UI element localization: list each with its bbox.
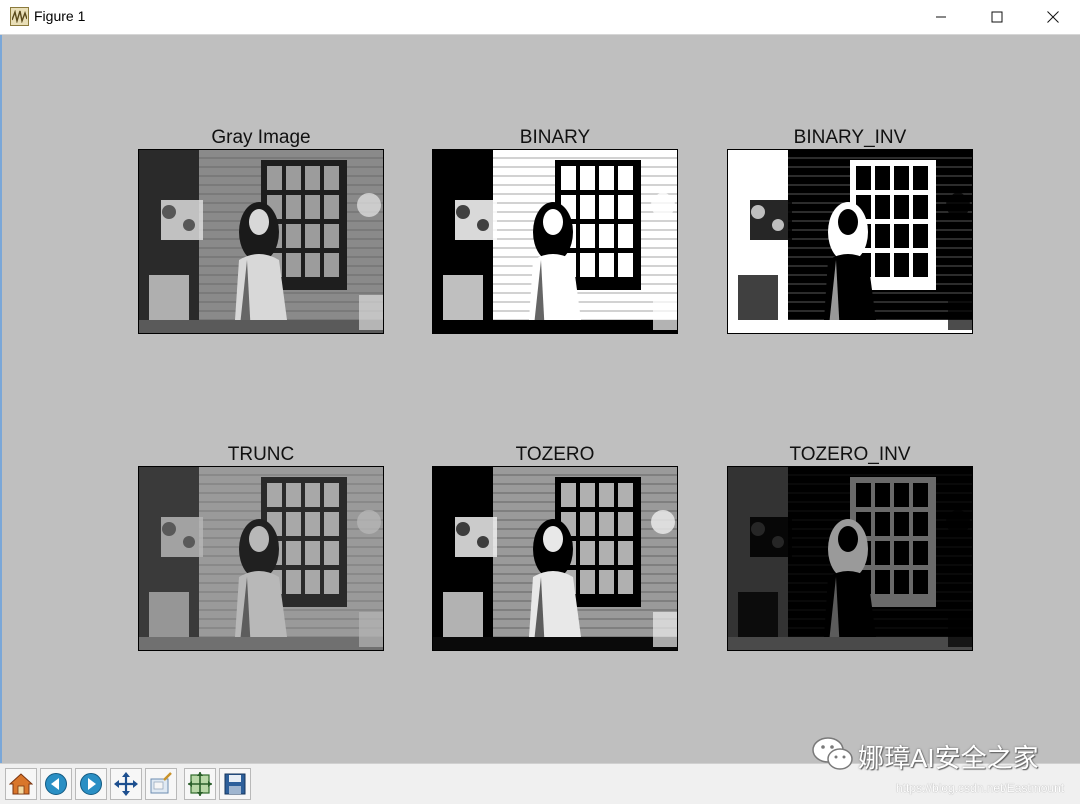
minimize-icon bbox=[936, 16, 946, 18]
subplot-title: TOZERO bbox=[515, 444, 595, 465]
subplot-image bbox=[432, 149, 678, 334]
minimize-button[interactable] bbox=[918, 0, 964, 34]
watermark-brand: 娜璋AI安全之家 bbox=[858, 743, 1039, 773]
close-icon bbox=[1047, 11, 1059, 23]
subplot-title: BINARY bbox=[519, 127, 591, 148]
zoom-button[interactable] bbox=[145, 768, 177, 800]
maximize-icon bbox=[991, 11, 1003, 23]
back-button[interactable] bbox=[40, 768, 72, 800]
wechat-logo-icon bbox=[811, 735, 855, 778]
save-icon bbox=[224, 773, 246, 795]
figure-canvas[interactable]: Gray Image BINARY BINARY_INV TRUNC TOZERO TOZ… bbox=[2, 35, 1080, 763]
maximize-button[interactable] bbox=[974, 0, 1020, 34]
subplot-title: TOZERO_INV bbox=[789, 444, 911, 465]
forward-button[interactable] bbox=[75, 768, 107, 800]
matplotlib-figure-icon bbox=[10, 7, 29, 26]
subplot-image bbox=[138, 466, 384, 651]
subplot-image bbox=[727, 466, 973, 651]
configure-subplots-icon bbox=[188, 772, 212, 796]
home-button[interactable] bbox=[5, 768, 37, 800]
watermark-url: https://blog.csdn.net/Eastmount bbox=[896, 781, 1065, 795]
home-icon bbox=[9, 773, 33, 795]
forward-arrow-icon bbox=[80, 773, 102, 795]
zoom-rect-icon bbox=[150, 772, 172, 794]
subplot-image bbox=[138, 149, 384, 334]
window-title: Figure 1 bbox=[34, 8, 86, 24]
subplot-title: BINARY_INV bbox=[793, 127, 907, 148]
back-arrow-icon bbox=[45, 773, 67, 795]
subplot-image bbox=[727, 149, 973, 334]
close-button[interactable] bbox=[1030, 0, 1076, 34]
subplot-title: TRUNC bbox=[227, 444, 295, 465]
pan-button[interactable] bbox=[110, 768, 142, 800]
title-bar: Figure 1 bbox=[0, 0, 1080, 35]
subplot-image bbox=[432, 466, 678, 651]
save-button[interactable] bbox=[219, 768, 251, 800]
move-cross-icon bbox=[114, 772, 138, 796]
configure-subplots-button[interactable] bbox=[184, 768, 216, 800]
subplot-title: Gray Image bbox=[211, 127, 311, 148]
